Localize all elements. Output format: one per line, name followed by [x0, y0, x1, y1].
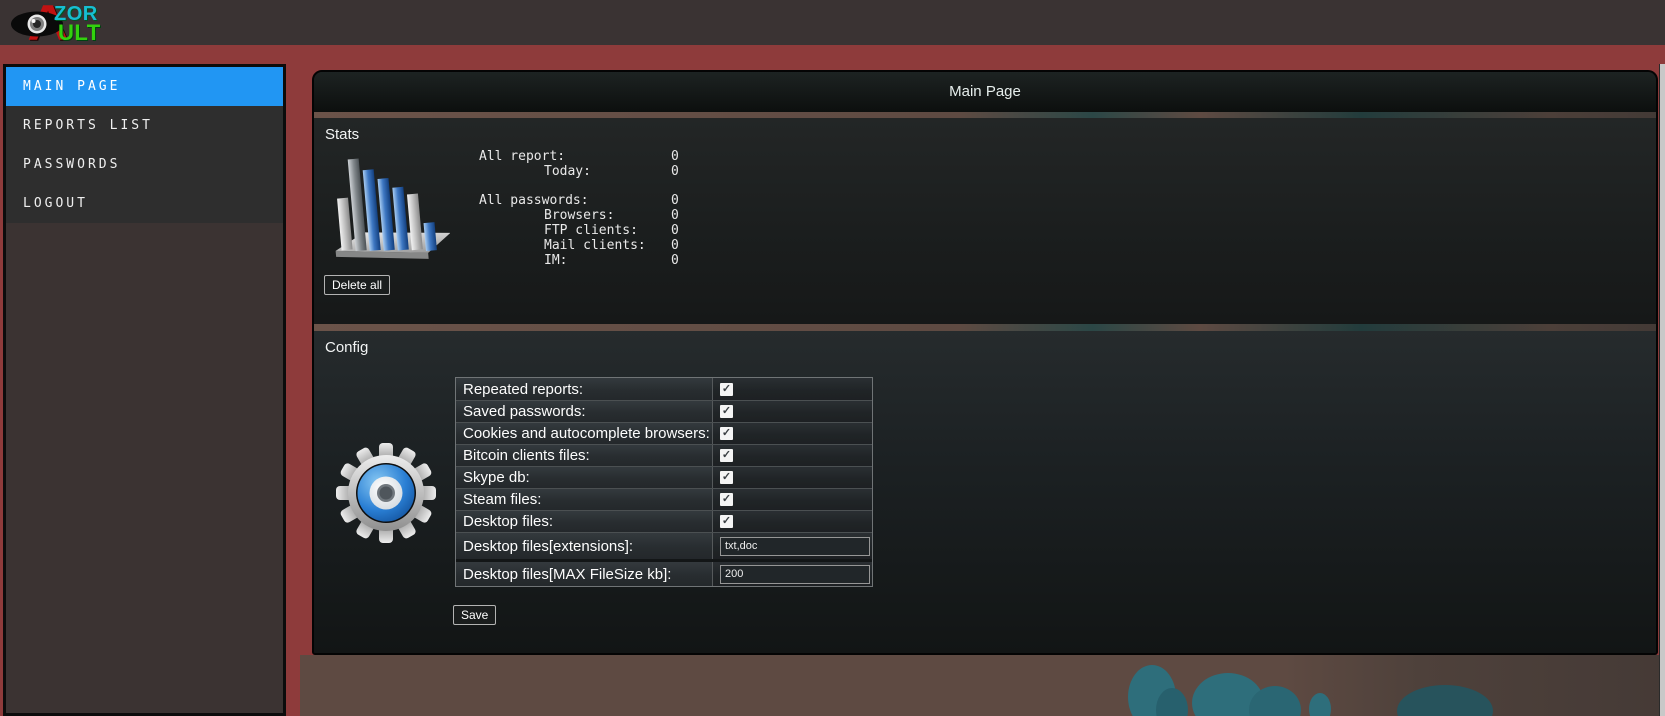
config-row-control: ✓ — [713, 423, 872, 444]
config-row-control: ✓ — [713, 467, 872, 488]
stats-label: All passwords: — [479, 193, 589, 208]
sidebar-item-main-page[interactable]: MAIN PAGE — [6, 67, 283, 106]
save-button[interactable]: Save — [453, 605, 496, 625]
world-map-background — [300, 655, 1665, 716]
stats-label: IM: — [544, 253, 567, 268]
stats-line: IM: 0 — [479, 253, 719, 268]
stats-label: Mail clients: — [544, 238, 646, 253]
stats-line: All passwords: 0 — [479, 193, 719, 208]
config-row-label: Skype db: — [456, 467, 713, 488]
stats-line: FTP clients: 0 — [479, 223, 719, 238]
config-table: Repeated reports:✓Saved passwords:✓Cooki… — [455, 377, 873, 587]
checkbox[interactable]: ✓ — [720, 449, 733, 462]
config-row: Skype db: ✓ — [456, 466, 872, 488]
stats-label: Today: — [544, 164, 591, 179]
scrollbar[interactable] — [1659, 64, 1665, 716]
stats-value: 0 — [671, 238, 679, 253]
page-title: Main Page — [314, 72, 1656, 112]
stats-line: Today: 0 — [479, 164, 719, 179]
divider — [314, 324, 1656, 331]
config-row: Desktop files[extensions]: — [456, 532, 872, 559]
text-input[interactable] — [720, 565, 870, 584]
config-row: Bitcoin clients files: ✓ — [456, 444, 872, 466]
config-row-control — [713, 562, 872, 586]
config-row-label: Saved passwords: — [456, 401, 713, 422]
config-row-label: Steam files: — [456, 489, 713, 510]
stats-section: Stats — [314, 118, 1656, 324]
stats-label: Browsers: — [544, 208, 614, 223]
sidebar-item-logout[interactable]: LOGOUT — [6, 184, 283, 223]
stats-value: 0 — [671, 164, 679, 179]
stats-line: Browsers: 0 — [479, 208, 719, 223]
delete-all-button[interactable]: Delete all — [324, 275, 390, 295]
stats-label: FTP clients: — [544, 223, 638, 238]
top-header-bar: A ZOR ULT — [0, 0, 1665, 45]
stats-line: All report: 0 — [479, 149, 719, 164]
checkbox[interactable]: ✓ — [720, 471, 733, 484]
config-row: Desktop files[MAX FileSize kb]: — [456, 559, 872, 586]
config-row-label: Desktop files: — [456, 511, 713, 532]
bar-chart-icon — [330, 144, 450, 270]
sidebar-item-reports-list[interactable]: REPORTS LIST — [6, 106, 283, 145]
stats-value: 0 — [671, 223, 679, 238]
stats-lines: All report:0Today:0All passwords:0Browse… — [479, 149, 719, 267]
config-row-control: ✓ — [713, 489, 872, 510]
config-row: Desktop files: ✓ — [456, 510, 872, 532]
checkbox[interactable]: ✓ — [720, 427, 733, 440]
config-row-label: Repeated reports: — [456, 378, 713, 400]
stats-value: 0 — [671, 193, 679, 208]
world-map-land-shapes — [300, 655, 1665, 716]
text-input[interactable] — [720, 537, 870, 556]
stats-value: 0 — [671, 149, 679, 164]
checkbox[interactable]: ✓ — [720, 383, 733, 396]
config-row-label: Bitcoin clients files: — [456, 445, 713, 466]
config-section: Config — [314, 331, 1656, 653]
logo-word-ult: ULT — [58, 20, 101, 46]
config-row: Saved passwords: ✓ — [456, 400, 872, 422]
config-row-label: Desktop files[MAX FileSize kb]: — [456, 562, 713, 586]
checkbox[interactable]: ✓ — [720, 493, 733, 506]
stats-label: All report: — [479, 149, 565, 164]
gear-icon — [336, 443, 436, 543]
azorult-logo: A ZOR ULT — [10, 0, 120, 45]
config-row-control: ✓ — [713, 445, 872, 466]
checkbox[interactable]: ✓ — [720, 405, 733, 418]
sidebar-menu: MAIN PAGEREPORTS LISTPASSWORDSLOGOUT — [6, 67, 283, 223]
config-row-control: ✓ — [713, 511, 872, 532]
sidebar: MAIN PAGEREPORTS LISTPASSWORDSLOGOUT — [3, 64, 286, 716]
stats-line: Mail clients: 0 — [479, 238, 719, 253]
stats-heading: Stats — [325, 126, 359, 143]
config-row-label: Desktop files[extensions]: — [456, 533, 713, 559]
config-row-control: ✓ — [713, 401, 872, 422]
config-heading: Config — [325, 339, 368, 356]
config-row: Repeated reports: ✓ — [456, 378, 872, 400]
sidebar-item-passwords[interactable]: PASSWORDS — [6, 145, 283, 184]
config-row-label: Cookies and autocomplete browsers: — [456, 423, 713, 444]
stats-value: 0 — [671, 253, 679, 268]
config-row-control: ✓ — [713, 378, 872, 400]
config-row: Steam files: ✓ — [456, 488, 872, 510]
stats-value: 0 — [671, 208, 679, 223]
checkbox[interactable]: ✓ — [720, 515, 733, 528]
config-row-control — [713, 533, 872, 559]
stats-spacer — [479, 179, 719, 194]
main-panel: Main Page Stats — [312, 70, 1658, 655]
config-row: Cookies and autocomplete browsers: ✓ — [456, 422, 872, 444]
